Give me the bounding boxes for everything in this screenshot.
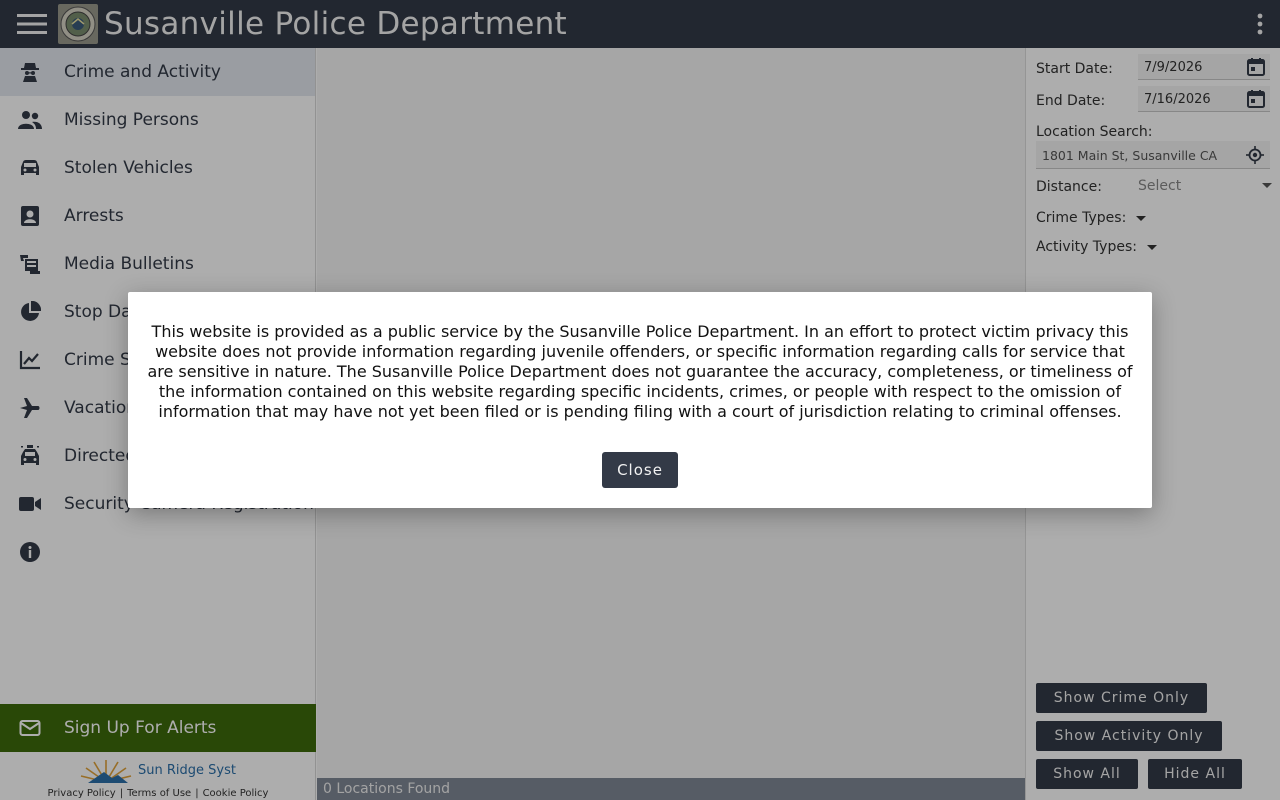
disclaimer-dialog: This website is provided as a public ser… [128, 292, 1152, 508]
disclaimer-text: This website is provided as a public ser… [147, 322, 1133, 421]
close-button[interactable]: Close [602, 452, 678, 488]
